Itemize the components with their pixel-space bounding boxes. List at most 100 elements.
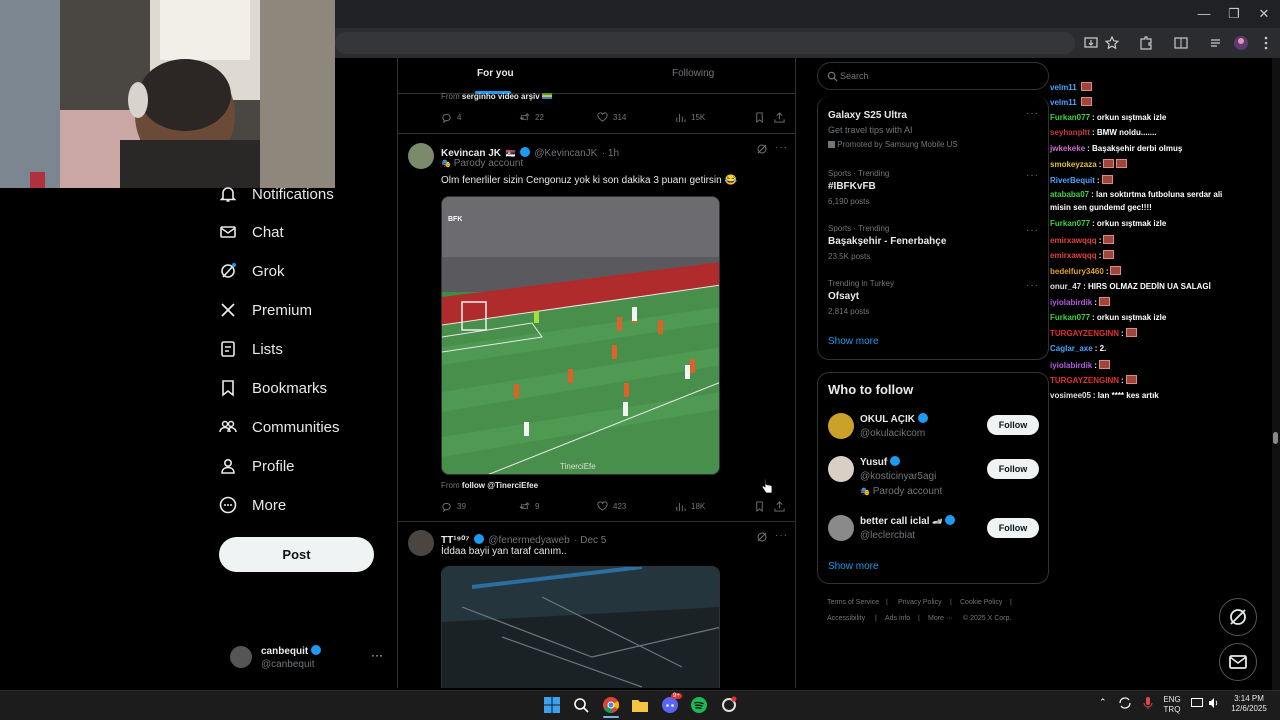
- follow-show-more[interactable]: Show more: [828, 561, 879, 572]
- bookmark-icon[interactable]: [754, 112, 765, 123]
- sync-icon[interactable]: [1118, 696, 1132, 710]
- nav-notifications[interactable]: Notifications: [218, 175, 334, 213]
- like-button[interactable]: 314: [597, 112, 626, 123]
- avatar[interactable]: [408, 530, 434, 556]
- page-scrollbar[interactable]: [1272, 58, 1280, 690]
- share-icon[interactable]: [774, 112, 785, 123]
- messages-fab[interactable]: [1219, 643, 1257, 681]
- nav-profile[interactable]: Profile: [218, 447, 295, 485]
- tweet-more-icon[interactable]: ···: [775, 142, 788, 153]
- footer-ads[interactable]: Ads info: [885, 615, 910, 622]
- chrome-icon[interactable]: [602, 696, 620, 714]
- tweet-more-icon[interactable]: ···: [775, 530, 788, 541]
- footer-privacy[interactable]: Privacy Policy: [898, 599, 942, 606]
- folder-icon[interactable]: [631, 696, 649, 714]
- account-switcher[interactable]: canbequit @canbequit ···: [228, 640, 388, 676]
- trend-title[interactable]: #IBFKvFB: [828, 181, 876, 192]
- like-button[interactable]: 423: [597, 501, 626, 512]
- menu-icon[interactable]: [1256, 33, 1276, 53]
- tweet-handle[interactable]: @KevincanJK: [534, 148, 597, 159]
- trend-more-icon[interactable]: ···: [1026, 170, 1039, 181]
- tweet-author[interactable]: TT¹⁹⁰⁷: [441, 535, 469, 546]
- search-icon[interactable]: [572, 696, 590, 714]
- clock[interactable]: 3:14 PM 12/6/2025: [1224, 694, 1274, 714]
- trend-title[interactable]: Başakşehir - Fenerbahçe: [828, 236, 946, 247]
- avatar[interactable]: [828, 515, 854, 541]
- chat-text: :: [1094, 298, 1097, 307]
- tab-for-you[interactable]: For you: [477, 68, 514, 79]
- media-icon[interactable]: [1207, 33, 1227, 53]
- minimize-icon[interactable]: —: [1194, 4, 1214, 24]
- avatar[interactable]: [828, 413, 854, 439]
- display-icon[interactable]: [1190, 696, 1204, 710]
- follow-button[interactable]: Follow: [987, 415, 1039, 435]
- tweet-image[interactable]: [441, 566, 720, 688]
- nav-bookmarks[interactable]: Bookmarks: [218, 369, 327, 407]
- nav-premium[interactable]: Premium: [218, 291, 312, 329]
- split-icon[interactable]: [1171, 33, 1191, 53]
- follow-button[interactable]: Follow: [987, 518, 1039, 538]
- restore-icon[interactable]: ❐: [1224, 4, 1244, 24]
- search-input[interactable]: Search: [817, 62, 1049, 90]
- source-link[interactable]: follow @TinerciEfee: [462, 481, 538, 490]
- windows-start-icon[interactable]: [543, 696, 561, 714]
- grok-icon[interactable]: [756, 143, 768, 155]
- share-icon[interactable]: [774, 501, 785, 512]
- follow-name[interactable]: OKUL AÇIK: [860, 414, 915, 425]
- bookmark-icon[interactable]: [754, 501, 765, 512]
- account-name-row: canbequit: [261, 645, 322, 657]
- repost-button[interactable]: 9: [519, 501, 539, 512]
- language-indicator[interactable]: ENG TRQ: [1160, 695, 1184, 715]
- chevron-up-icon[interactable]: ⌃: [1099, 697, 1107, 708]
- more-dots-icon[interactable]: ···: [371, 648, 383, 662]
- footer-more[interactable]: More ···: [928, 615, 953, 622]
- address-bar[interactable]: [335, 32, 1075, 54]
- trends-show-more[interactable]: Show more: [828, 336, 879, 347]
- follow-button[interactable]: Follow: [987, 459, 1039, 479]
- trend-more-icon[interactable]: ···: [1026, 280, 1039, 291]
- footer-cookie[interactable]: Cookie Policy: [960, 599, 1002, 606]
- views-button[interactable]: 15K: [675, 112, 705, 123]
- mail-icon: [1229, 655, 1247, 669]
- tweet-video[interactable]: BFK TinerciEfe: [441, 196, 720, 475]
- promo-title[interactable]: Galaxy S25 Ultra: [828, 110, 907, 121]
- follow-name[interactable]: better call iclal: [860, 516, 929, 527]
- tweet-time[interactable]: · 1h: [602, 148, 619, 159]
- nav-chat[interactable]: Chat: [218, 213, 284, 251]
- footer-accessibility[interactable]: Accessibility: [827, 615, 865, 622]
- reply-button[interactable]: 39: [441, 501, 466, 512]
- reply-button[interactable]: 4: [441, 112, 461, 123]
- nav-more[interactable]: More: [218, 486, 286, 524]
- volume-icon[interactable]: [1207, 696, 1221, 710]
- extensions-icon[interactable]: [1136, 33, 1156, 53]
- footer-terms[interactable]: Terms of Service: [827, 599, 879, 606]
- avatar[interactable]: [828, 456, 854, 482]
- tab-following[interactable]: Following: [672, 68, 714, 79]
- source-link[interactable]: serginho video arşiv: [462, 92, 540, 101]
- views-button[interactable]: 18K: [675, 501, 705, 512]
- trend-more-icon[interactable]: ···: [1026, 225, 1039, 236]
- spotify-icon[interactable]: [690, 696, 708, 714]
- post-button[interactable]: Post: [219, 537, 374, 572]
- profile-icon[interactable]: [1231, 33, 1251, 53]
- scrollbar-thumb[interactable]: [1273, 432, 1278, 444]
- install-icon[interactable]: [1081, 33, 1101, 53]
- close-icon[interactable]: ✕: [1254, 4, 1274, 24]
- promo-more-icon[interactable]: ···: [1026, 108, 1039, 119]
- microphone-icon[interactable]: [1141, 696, 1155, 710]
- grok-icon[interactable]: [756, 531, 768, 543]
- grok-fab[interactable]: [1219, 598, 1257, 636]
- tweet-time[interactable]: · Dec 5: [574, 535, 606, 546]
- star-icon[interactable]: [1102, 33, 1122, 53]
- app-settings-icon[interactable]: [720, 696, 738, 714]
- chat-username: iyiolabirdik: [1050, 361, 1093, 370]
- nav-lists[interactable]: Lists: [218, 330, 283, 368]
- tweet-handle[interactable]: @fenermedyaweb: [488, 535, 569, 546]
- nav-grok[interactable]: Grok: [218, 252, 285, 290]
- nav-communities[interactable]: Communities: [218, 408, 340, 446]
- avatar: [230, 646, 252, 668]
- avatar[interactable]: [408, 143, 434, 169]
- repost-button[interactable]: 22: [519, 112, 544, 123]
- follow-name[interactable]: Yusuf: [860, 457, 887, 468]
- trend-title[interactable]: Ofsayt: [828, 291, 859, 302]
